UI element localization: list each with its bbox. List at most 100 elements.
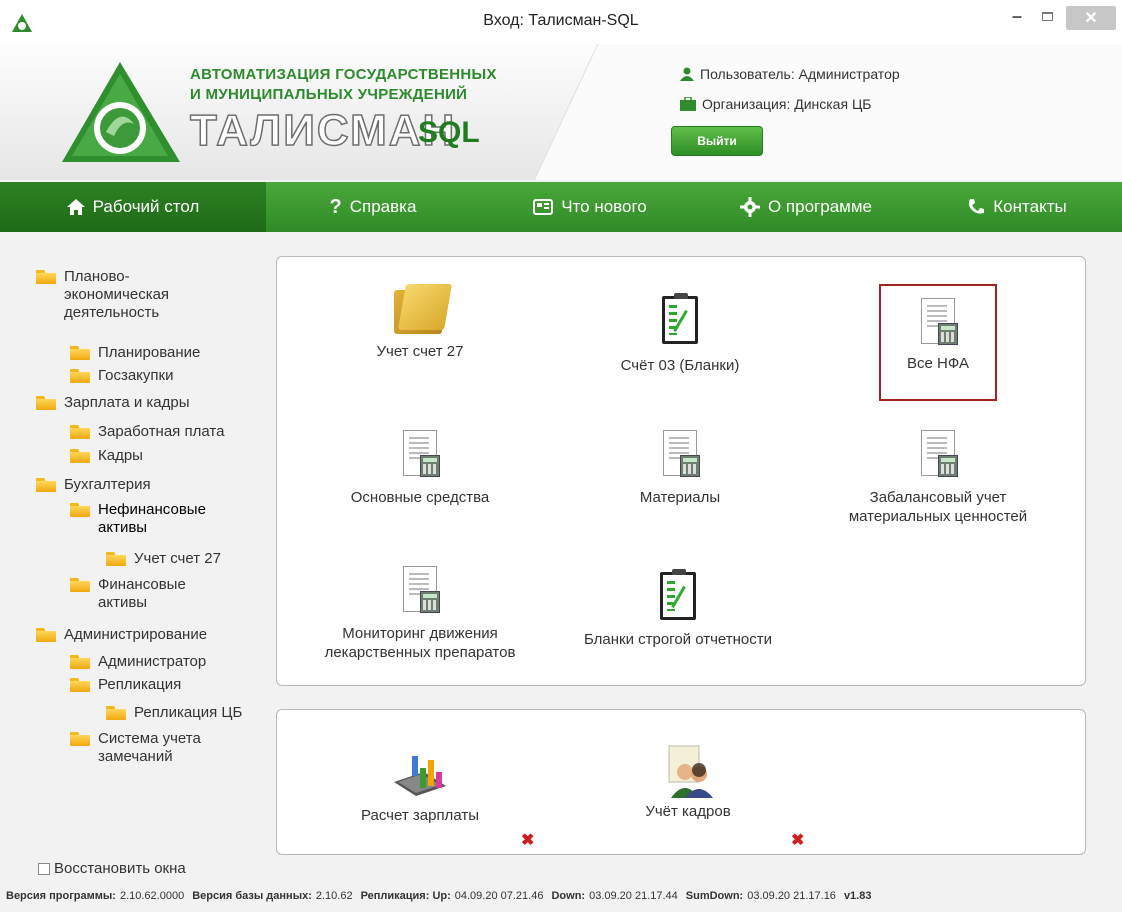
tile-account-03-forms[interactable]: Счёт 03 (Бланки)	[550, 293, 810, 375]
tile-label: Счёт 03 (Бланки)	[620, 357, 740, 374]
folder-icon	[36, 396, 56, 410]
tree-item-nonfinancial-assets[interactable]: Нефинансовые активы	[70, 501, 206, 537]
user-icon	[680, 67, 694, 81]
tree-item-label: Репликация	[98, 676, 182, 693]
tile-drug-monitoring[interactable]: Мониторинг движения лекарственных препар…	[290, 566, 550, 662]
folder-icon	[36, 628, 56, 642]
tree-item-salary-personnel[interactable]: Зарплата и кадры	[36, 394, 190, 412]
tile-payroll[interactable]: Расчет зарплаты	[290, 752, 550, 825]
tree-item-financial-assets[interactable]: Финансовые активы	[70, 576, 186, 612]
news-icon	[533, 199, 554, 215]
tile-label: Бланки строгой отчетности	[583, 631, 773, 648]
minimize-button[interactable]: –	[1002, 0, 1032, 32]
nav-label: Что нового	[561, 197, 647, 216]
clipboard-icon	[660, 569, 696, 620]
tree-item-label: Система учета замечаний	[98, 730, 201, 765]
main-navigation: Рабочий стол ? Справка Что нового О прог…	[0, 182, 1122, 232]
document-calculator-icon	[403, 566, 440, 613]
tree-item-label: Репликация ЦБ	[134, 704, 243, 721]
folder-icon	[106, 552, 126, 566]
folder-icon	[70, 578, 90, 592]
talisman-logo-icon	[62, 62, 180, 162]
version-label: Версия программы:	[6, 890, 116, 902]
brand-name: ТАЛИСМАН	[189, 105, 457, 156]
db-version-label: Версия базы данных:	[192, 890, 312, 902]
tile-label: Мониторинг движения лекарственных препар…	[324, 625, 516, 661]
nav-whats-new[interactable]: Что нового	[480, 182, 700, 232]
tree-item-label: Учет счет 27	[134, 550, 221, 567]
user-label: Пользователь: Администратор	[700, 66, 900, 82]
briefcase-icon	[680, 97, 696, 111]
tile-fixed-assets[interactable]: Основные средства	[290, 430, 550, 507]
home-icon	[66, 199, 85, 215]
logout-button[interactable]: Выйти	[671, 126, 763, 156]
restore-windows-checkbox[interactable]: Восстановить окна	[38, 860, 186, 877]
folder-icon	[70, 655, 90, 669]
tree-item-planning-economic[interactable]: Планово- экономическая деятельность	[36, 268, 169, 322]
user-info: Пользователь: Администратор	[680, 66, 900, 82]
tree-item-administrator[interactable]: Администратор	[70, 653, 206, 671]
folder-icon	[70, 449, 90, 463]
tree-item-account-27[interactable]: Учет счет 27	[106, 550, 221, 568]
close-button[interactable]: ✕	[1066, 6, 1116, 30]
tree-item-label: Планирование	[98, 344, 201, 361]
nav-label: Рабочий стол	[92, 197, 200, 216]
tile-account-27[interactable]: Учет счет 27	[290, 284, 550, 361]
document-calculator-icon	[663, 430, 700, 477]
document-calculator-icon	[403, 430, 440, 477]
document-calculator-icon	[921, 430, 958, 477]
folder-icon	[70, 678, 90, 692]
remove-personnel-icon[interactable]: ✖	[791, 830, 804, 850]
organization-label: Организация: Динская ЦБ	[702, 96, 872, 112]
tile-all-nfa[interactable]: Все НФА	[808, 298, 1068, 373]
tile-label: Все НФА	[907, 355, 969, 372]
folder-icon	[36, 478, 56, 492]
tree-item-replication-cb[interactable]: Репликация ЦБ	[106, 704, 242, 722]
personnel-icon	[668, 745, 713, 798]
folder-icon	[70, 346, 90, 360]
tree-item-label: Нефинансовые активы	[98, 501, 206, 536]
nav-about[interactable]: О программе	[700, 182, 912, 232]
tree-item-label: Финансовые активы	[98, 576, 186, 611]
folder-icon	[70, 503, 90, 517]
tree-item-label: Зарплата и кадры	[64, 394, 190, 411]
tree-item-label: Госзакупки	[98, 367, 174, 384]
tree-item-replication[interactable]: Репликация	[70, 676, 181, 694]
folder-icon	[70, 732, 90, 746]
document-calculator-icon	[921, 298, 958, 345]
tile-strict-forms[interactable]: Бланки строгой отчетности	[548, 569, 808, 649]
tile-label: Основные средства	[350, 489, 490, 506]
tree-item-procurement[interactable]: Госзакупки	[70, 367, 173, 385]
build-version: v1.83	[843, 890, 872, 902]
tree-item-remarks-system[interactable]: Система учета замечаний	[70, 730, 201, 766]
gear-icon	[739, 197, 760, 217]
clipboard-icon	[662, 293, 698, 344]
brand-line-1: АВТОМАТИЗАЦИЯ ГОСУДАРСТВЕННЫХ	[190, 66, 497, 83]
tree-item-label: Бухгалтерия	[64, 476, 151, 493]
nav-help[interactable]: ? Справка	[266, 182, 480, 232]
tile-label: Материалы	[639, 489, 721, 506]
tree-item-planning[interactable]: Планирование	[70, 344, 200, 362]
nav-contacts[interactable]: Контакты	[912, 182, 1122, 232]
tile-materials[interactable]: Материалы	[550, 430, 810, 507]
header: АВТОМАТИЗАЦИЯ ГОСУДАРСТВЕННЫХ И МУНИЦИПА…	[0, 44, 1122, 180]
tree-item-administration[interactable]: Администрирование	[36, 626, 207, 644]
remove-payroll-icon[interactable]: ✖	[521, 830, 534, 850]
calculator-chart-icon	[394, 756, 446, 796]
tile-label: Забалансовый учет материальных ценностей	[848, 489, 1028, 525]
tree-item-label: Администрирование	[64, 626, 208, 643]
nav-label: Контакты	[993, 197, 1067, 216]
maximize-button[interactable]	[1032, 0, 1062, 32]
window-title: Вход: Талисман-SQL	[483, 12, 639, 29]
replication-label: Репликация: Up:	[360, 890, 451, 902]
nav-desktop[interactable]: Рабочий стол	[0, 182, 266, 232]
tree-item-accounting[interactable]: Бухгалтерия	[36, 476, 151, 494]
tile-personnel-accounting[interactable]: Учёт кадров	[558, 744, 818, 821]
app-window: Вход: Талисман-SQL – ✕ АВТОМАТИЗАЦИЯ ГОС…	[0, 0, 1122, 912]
tree-item-wages[interactable]: Заработная плата	[70, 423, 224, 441]
tile-off-balance[interactable]: Забалансовый учет материальных ценностей	[808, 430, 1068, 526]
down-label: Down:	[551, 890, 586, 902]
replication-down: 03.09.20 21.17.44	[589, 890, 678, 902]
tree-item-personnel[interactable]: Кадры	[70, 447, 143, 465]
question-icon: ?	[329, 195, 342, 218]
